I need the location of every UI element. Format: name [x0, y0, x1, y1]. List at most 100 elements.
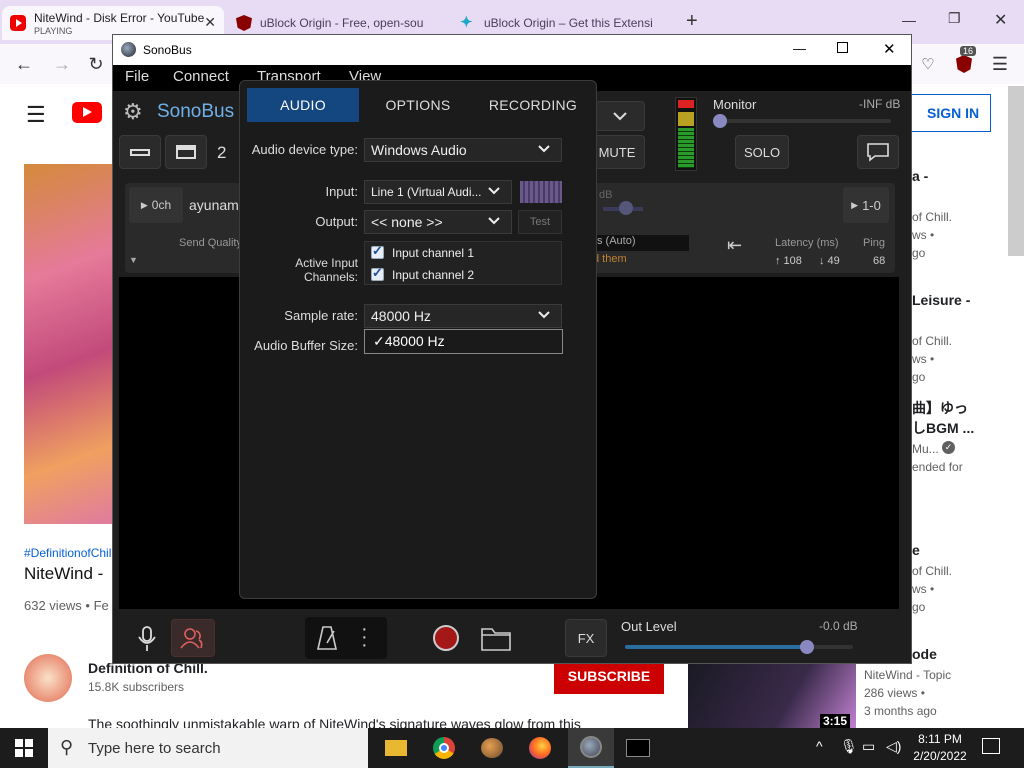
- expand-down-icon[interactable]: ▼: [129, 255, 138, 265]
- network-icon[interactable]: ▭: [862, 738, 875, 755]
- maximize-icon[interactable]: [837, 42, 848, 53]
- rec-thumbnail[interactable]: 3:15: [688, 664, 856, 728]
- rec-recommended: ended for: [912, 460, 963, 474]
- windows-start-icon[interactable]: [10, 734, 38, 762]
- mute-button[interactable]: MUTE: [589, 135, 645, 169]
- pocket-icon[interactable]: ♡: [916, 52, 940, 76]
- rec-title[interactable]: Leisure -: [912, 292, 970, 308]
- forward-arrow-icon[interactable]: →: [50, 52, 74, 76]
- send-format-label[interactable]: s (Auto): [593, 235, 689, 251]
- taskbar-search[interactable]: ⚲ Type here to search: [48, 728, 368, 768]
- page-scrollbar[interactable]: [1008, 86, 1024, 256]
- rec-title[interactable]: ode: [912, 646, 937, 662]
- output-combo[interactable]: << none >>: [364, 210, 512, 234]
- metronome-icon[interactable]: [316, 625, 338, 654]
- peer-routing: 1-0: [862, 197, 881, 213]
- layout-multi-button[interactable]: [165, 135, 207, 169]
- channel-2-checkbox[interactable]: Input channel 2: [371, 265, 474, 282]
- file-explorer-icon[interactable]: [382, 734, 410, 762]
- mozilla-addons-icon: ✦: [460, 14, 473, 31]
- monitor-value: -INF dB: [859, 97, 901, 111]
- new-tab-button[interactable]: +: [686, 10, 698, 33]
- device-type-value: Windows Audio: [371, 142, 467, 158]
- subscriber-count: 15.8K subscribers: [88, 680, 185, 694]
- youtube-logo-icon[interactable]: [72, 102, 102, 123]
- firefox-icon[interactable]: [526, 734, 554, 762]
- microphone-icon[interactable]: [137, 625, 157, 659]
- peer-routing-button[interactable]: ▶ 1-0: [843, 187, 889, 223]
- minimize-icon[interactable]: —: [902, 12, 916, 28]
- notifications-icon[interactable]: [982, 738, 1000, 754]
- chat-button[interactable]: [857, 135, 899, 169]
- menu-icon[interactable]: ☰: [988, 52, 1012, 76]
- extension-badge: 16: [960, 46, 977, 56]
- peer-channels-button[interactable]: ▶ 0ch: [129, 187, 183, 223]
- menu-file[interactable]: File: [125, 68, 149, 85]
- channel-1-checkbox[interactable]: Input channel 1: [371, 243, 475, 260]
- device-type-combo[interactable]: Windows Audio: [364, 138, 562, 162]
- close-icon[interactable]: ✕: [883, 40, 896, 58]
- settings-gear-icon[interactable]: ⚙: [123, 99, 143, 125]
- chrome-icon[interactable]: [430, 734, 458, 762]
- clock-time[interactable]: 8:11 PM: [912, 732, 968, 746]
- channel-1-label: Input channel 1: [392, 246, 475, 260]
- volume-icon[interactable]: ◁): [886, 738, 901, 755]
- minimize-icon[interactable]: —: [793, 41, 806, 56]
- back-arrow-icon[interactable]: ←: [12, 52, 36, 76]
- monitor-slider[interactable]: [719, 119, 891, 123]
- output-label: Output:: [315, 214, 358, 229]
- out-level-fill: [625, 645, 808, 649]
- rec-channel: Mu...: [912, 442, 939, 456]
- jitter-reset-icon[interactable]: ⇤: [727, 235, 742, 256]
- rec-title[interactable]: a -: [912, 168, 928, 184]
- video-hashtag[interactable]: #DefinitionofChil: [24, 546, 111, 560]
- monitor-label: Monitor: [713, 97, 757, 112]
- folder-icon[interactable]: [481, 625, 511, 654]
- rec-duration: 3:15: [819, 714, 850, 728]
- audio-settings-dialog: AUDIO OPTIONS RECORDING Audio device typ…: [239, 80, 597, 599]
- gimp-icon[interactable]: [478, 734, 506, 762]
- terminal-icon[interactable]: [624, 734, 652, 762]
- sample-rate-combo[interactable]: 48000 Hz: [364, 304, 562, 328]
- clock-date[interactable]: 2/20/2022: [908, 749, 972, 763]
- record-button[interactable]: [433, 625, 459, 651]
- hamburger-menu-icon[interactable]: ☰: [26, 102, 46, 128]
- restore-icon[interactable]: ❐: [948, 10, 961, 27]
- chevron-down-icon: [538, 311, 550, 319]
- close-icon[interactable]: ✕: [994, 10, 1007, 30]
- input-combo[interactable]: Line 1 (Virtual Audi...: [364, 180, 512, 204]
- reload-icon[interactable]: ↻: [84, 52, 108, 76]
- tab-recording[interactable]: RECORDING: [476, 88, 590, 122]
- rec-views: 286 views •: [864, 686, 925, 700]
- menu-connect[interactable]: Connect: [173, 68, 229, 85]
- rec-title[interactable]: e: [912, 542, 920, 558]
- group-dropdown[interactable]: [595, 101, 645, 131]
- solo-button[interactable]: SOLO: [735, 135, 789, 169]
- close-tab-icon[interactable]: ✕: [204, 14, 216, 31]
- ublock-extension-icon[interactable]: 16: [952, 46, 977, 76]
- metronome-group: · · ·: [305, 617, 387, 659]
- video-description: The soothingly unmistakable warp of Nite…: [88, 716, 581, 728]
- microphone-tray-icon[interactable]: 🎙: [840, 738, 858, 755]
- tab-options[interactable]: OPTIONS: [362, 88, 474, 122]
- rec-age: 3 months ago: [864, 704, 937, 718]
- test-button[interactable]: Test: [518, 210, 562, 234]
- sample-rate-value: 48000 Hz: [371, 308, 431, 324]
- chevron-up-icon[interactable]: ^: [816, 738, 823, 754]
- peer-level-thumb[interactable]: [619, 201, 633, 215]
- more-options-icon[interactable]: · · ·: [361, 619, 368, 655]
- rec-title-line2: しBGM ...: [912, 420, 975, 436]
- sample-rate-dropdown-option[interactable]: ✓48000 Hz: [364, 329, 563, 354]
- fx-button[interactable]: FX: [565, 619, 607, 657]
- active-channels-label: Active Input Channels:: [295, 256, 358, 284]
- monitor-slider-thumb[interactable]: [713, 114, 727, 128]
- sonobus-taskbar-button[interactable]: [568, 728, 614, 768]
- rec-title[interactable]: 曲】ゆっ: [912, 398, 968, 418]
- peers-button[interactable]: [171, 619, 215, 657]
- tab-audio[interactable]: AUDIO: [247, 88, 359, 122]
- video-player[interactable]: [24, 164, 114, 524]
- out-level-slider[interactable]: [625, 640, 853, 654]
- layout-single-button[interactable]: [119, 135, 161, 169]
- channel-avatar[interactable]: [24, 654, 72, 702]
- out-level-thumb[interactable]: [800, 640, 815, 654]
